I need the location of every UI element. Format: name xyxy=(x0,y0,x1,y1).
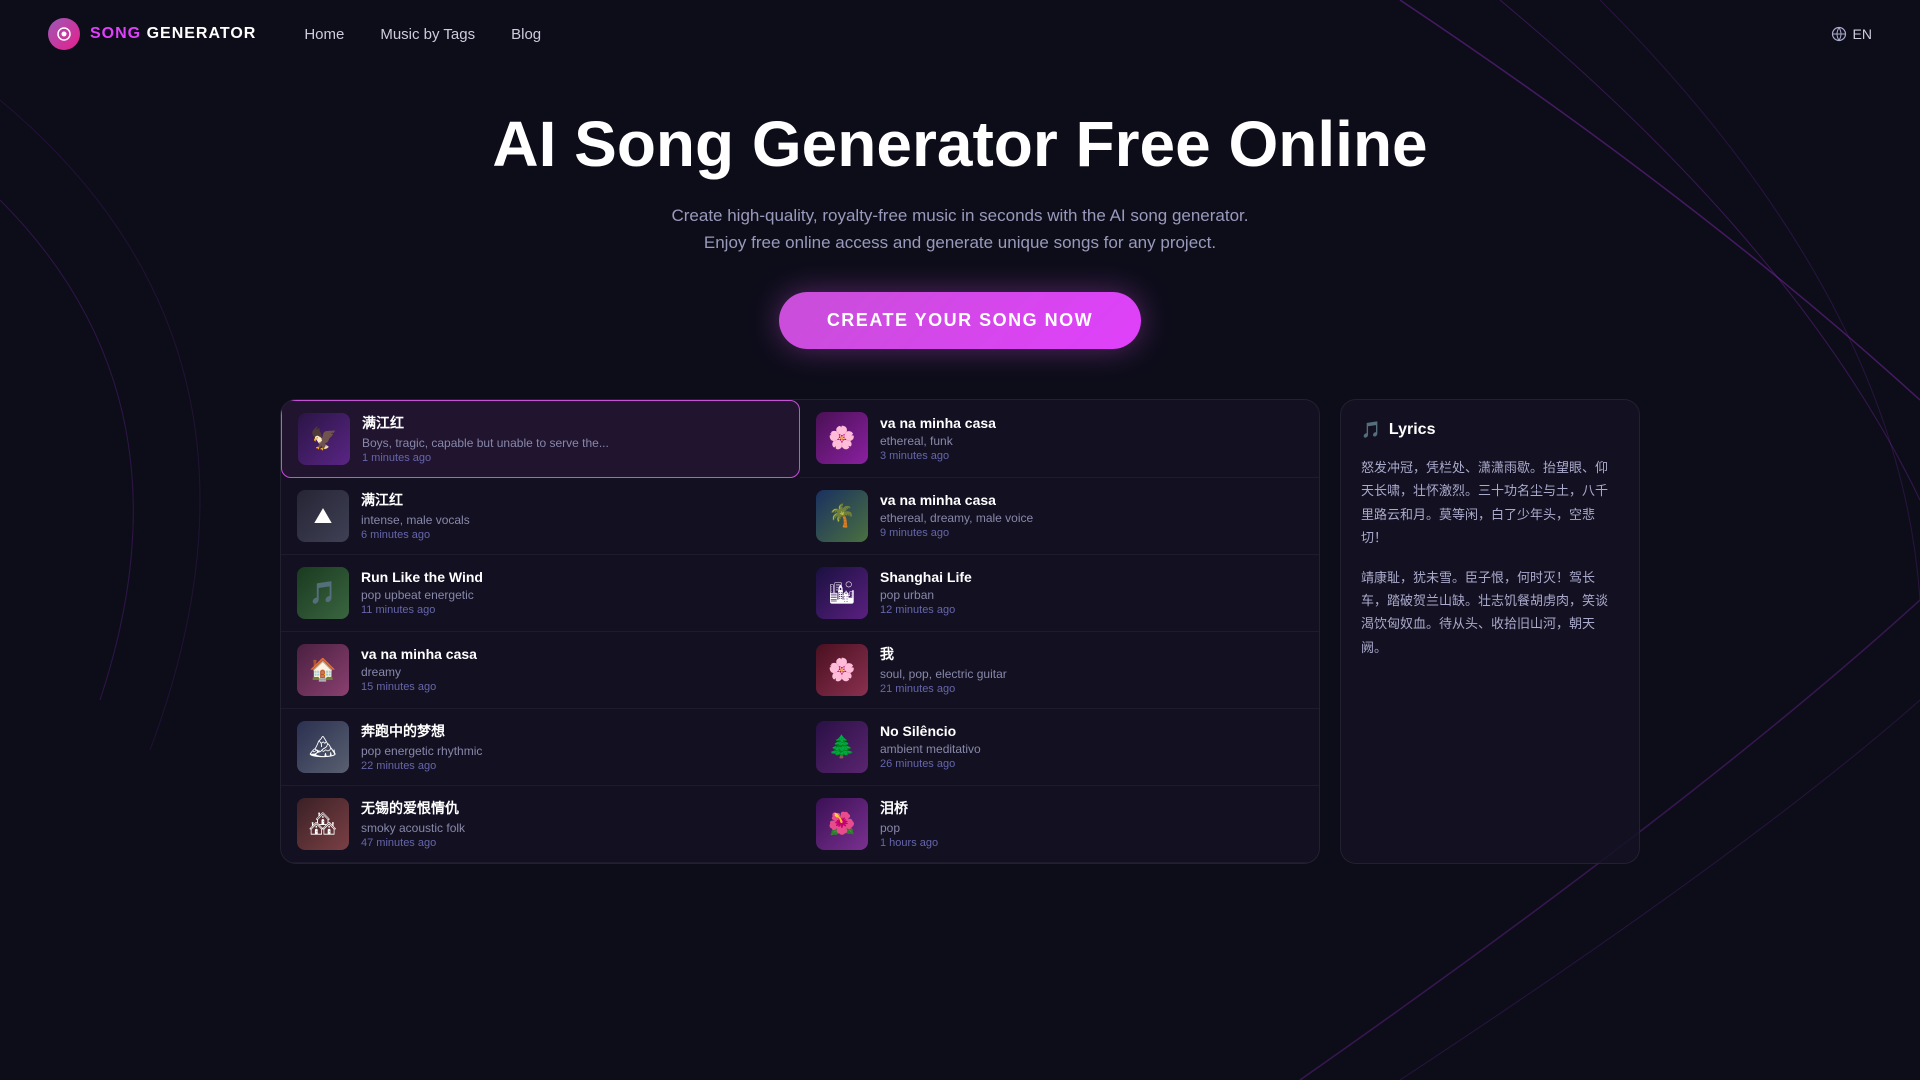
song-tags: pop upbeat energetic xyxy=(361,588,784,602)
song-item[interactable]: 🏠 va na minha casa dreamy 15 minutes ago xyxy=(281,632,800,709)
song-title: Run Like the Wind xyxy=(361,569,784,585)
song-info: 泪桥 pop 1 hours ago xyxy=(880,798,1303,849)
song-time: 47 minutes ago xyxy=(361,837,784,849)
song-title: 满江红 xyxy=(362,413,783,433)
lyrics-content: 怒发冲冠，凭栏处、潇潇雨歇。抬望眼、仰天长啸，壮怀激烈。三十功名尘与土，八千里路… xyxy=(1361,456,1619,659)
song-thumbnail: 🎵 xyxy=(297,567,349,619)
lyrics-title: Lyrics xyxy=(1389,421,1436,439)
song-time: 1 minutes ago xyxy=(362,452,783,464)
song-tags: pop urban xyxy=(880,588,1303,602)
song-thumbnail: 🌲 xyxy=(816,721,868,773)
song-time: 12 minutes ago xyxy=(880,604,1303,616)
song-time: 15 minutes ago xyxy=(361,681,784,693)
logo-icon xyxy=(48,18,80,50)
song-thumbnail: 🌸 xyxy=(816,644,868,696)
hero-section: AI Song Generator Free Online Create hig… xyxy=(0,68,1920,369)
song-title: va na minha casa xyxy=(361,646,784,662)
song-title: 我 xyxy=(880,644,1303,664)
song-time: 9 minutes ago xyxy=(880,527,1303,539)
song-info: No Silêncio ambient meditativo 26 minute… xyxy=(880,723,1303,770)
song-item[interactable]: ⛰ 满江红 intense, male vocals 6 minutes ago xyxy=(281,478,800,555)
song-item[interactable]: 🌴 va na minha casa ethereal, dreamy, mal… xyxy=(800,478,1319,555)
song-info: Shanghai Life pop urban 12 minutes ago xyxy=(880,569,1303,616)
song-time: 21 minutes ago xyxy=(880,683,1303,695)
song-info: va na minha casa dreamy 15 minutes ago xyxy=(361,646,784,693)
song-title: Shanghai Life xyxy=(880,569,1303,585)
song-title: va na minha casa xyxy=(880,492,1303,508)
song-title: 泪桥 xyxy=(880,798,1303,818)
lyrics-paragraph-1: 怒发冲冠，凭栏处、潇潇雨歇。抬望眼、仰天长啸，壮怀激烈。三十功名尘与土，八千里路… xyxy=(1361,456,1619,550)
song-item[interactable]: 🌺 泪桥 pop 1 hours ago xyxy=(800,786,1319,863)
song-tags: pop xyxy=(880,821,1303,835)
logo[interactable]: SONG GENERATOR xyxy=(48,18,256,50)
music-note-icon: 🎵 xyxy=(1361,420,1381,440)
hero-subtitle: Create high-quality, royalty-free music … xyxy=(670,202,1250,256)
songs-grid: 🦅 满江红 Boys, tragic, capable but unable t… xyxy=(281,400,1319,863)
song-title: va na minha casa xyxy=(880,415,1303,431)
song-info: va na minha casa ethereal, funk 3 minute… xyxy=(880,415,1303,462)
song-info: 满江红 intense, male vocals 6 minutes ago xyxy=(361,490,784,541)
content-area: 🦅 满江红 Boys, tragic, capable but unable t… xyxy=(0,379,1920,884)
song-title: 满江红 xyxy=(361,490,784,510)
nav-blog[interactable]: Blog xyxy=(511,26,541,43)
song-thumbnail: 🏙 xyxy=(816,567,868,619)
song-item[interactable]: 🏘 无锡的爱恨情仇 smoky acoustic folk 47 minutes… xyxy=(281,786,800,863)
song-time: 22 minutes ago xyxy=(361,760,784,772)
song-time: 3 minutes ago xyxy=(880,450,1303,462)
song-tags: Boys, tragic, capable but unable to serv… xyxy=(362,436,783,450)
song-thumbnail: 🦅 xyxy=(298,413,350,465)
lyrics-header: 🎵 Lyrics xyxy=(1361,420,1619,440)
globe-icon xyxy=(1831,26,1847,42)
song-info: 无锡的爱恨情仇 smoky acoustic folk 47 minutes a… xyxy=(361,798,784,849)
song-title: No Silêncio xyxy=(880,723,1303,739)
song-thumbnail: 🌺 xyxy=(816,798,868,850)
hero-title: AI Song Generator Free Online xyxy=(20,108,1900,182)
song-info: 满江红 Boys, tragic, capable but unable to … xyxy=(362,413,783,464)
song-tags: ambient meditativo xyxy=(880,742,1303,756)
song-thumbnail: 🏘 xyxy=(297,798,349,850)
song-thumbnail: 🌴 xyxy=(816,490,868,542)
song-thumbnail: ⛰ xyxy=(297,490,349,542)
song-time: 11 minutes ago xyxy=(361,604,784,616)
song-item[interactable]: 🌸 va na minha casa ethereal, funk 3 minu… xyxy=(800,400,1319,478)
song-item[interactable]: 🏔 奔跑中的梦想 pop energetic rhythmic 22 minut… xyxy=(281,709,800,786)
song-title: 无锡的爱恨情仇 xyxy=(361,798,784,818)
lyrics-panel: 🎵 Lyrics 怒发冲冠，凭栏处、潇潇雨歇。抬望眼、仰天长啸，壮怀激烈。三十功… xyxy=(1340,399,1640,864)
lang-selector[interactable]: EN xyxy=(1831,26,1872,42)
song-tags: ethereal, dreamy, male voice xyxy=(880,511,1303,525)
song-item[interactable]: 🌲 No Silêncio ambient meditativo 26 minu… xyxy=(800,709,1319,786)
song-item[interactable]: 🎵 Run Like the Wind pop upbeat energetic… xyxy=(281,555,800,632)
navbar: SONG GENERATOR Home Music by Tags Blog E… xyxy=(0,0,1920,68)
song-tags: smoky acoustic folk xyxy=(361,821,784,835)
song-info: 我 soul, pop, electric guitar 21 minutes … xyxy=(880,644,1303,695)
song-info: va na minha casa ethereal, dreamy, male … xyxy=(880,492,1303,539)
song-title: 奔跑中的梦想 xyxy=(361,721,784,741)
song-thumbnail: 🌸 xyxy=(816,412,868,464)
logo-text: SONG GENERATOR xyxy=(90,25,256,43)
song-tags: dreamy xyxy=(361,665,784,679)
nav-music-by-tags[interactable]: Music by Tags xyxy=(380,26,475,43)
nav-links: Home Music by Tags Blog xyxy=(304,26,541,43)
song-info: 奔跑中的梦想 pop energetic rhythmic 22 minutes… xyxy=(361,721,784,772)
navbar-left: SONG GENERATOR Home Music by Tags Blog xyxy=(48,18,541,50)
song-tags: intense, male vocals xyxy=(361,513,784,527)
song-list-container: 🦅 满江红 Boys, tragic, capable but unable t… xyxy=(280,399,1320,864)
song-item[interactable]: 🏙 Shanghai Life pop urban 12 minutes ago xyxy=(800,555,1319,632)
song-tags: soul, pop, electric guitar xyxy=(880,667,1303,681)
song-thumbnail: 🏔 xyxy=(297,721,349,773)
song-time: 26 minutes ago xyxy=(880,758,1303,770)
song-thumbnail: 🏠 xyxy=(297,644,349,696)
lyrics-paragraph-2: 靖康耻，犹未雪。臣子恨，何时灭！驾长车，踏破贺兰山缺。壮志饥餐胡虏肉，笑谈渴饮匈… xyxy=(1361,566,1619,660)
song-tags: pop energetic rhythmic xyxy=(361,744,784,758)
song-item[interactable]: 🌸 我 soul, pop, electric guitar 21 minute… xyxy=(800,632,1319,709)
nav-home[interactable]: Home xyxy=(304,26,344,43)
song-item[interactable]: 🦅 满江红 Boys, tragic, capable but unable t… xyxy=(281,400,800,478)
song-time: 1 hours ago xyxy=(880,837,1303,849)
lang-label: EN xyxy=(1853,26,1872,42)
song-time: 6 minutes ago xyxy=(361,529,784,541)
create-song-button[interactable]: CREATE YOUR SONG NOW xyxy=(779,292,1141,349)
song-info: Run Like the Wind pop upbeat energetic 1… xyxy=(361,569,784,616)
song-tags: ethereal, funk xyxy=(880,434,1303,448)
